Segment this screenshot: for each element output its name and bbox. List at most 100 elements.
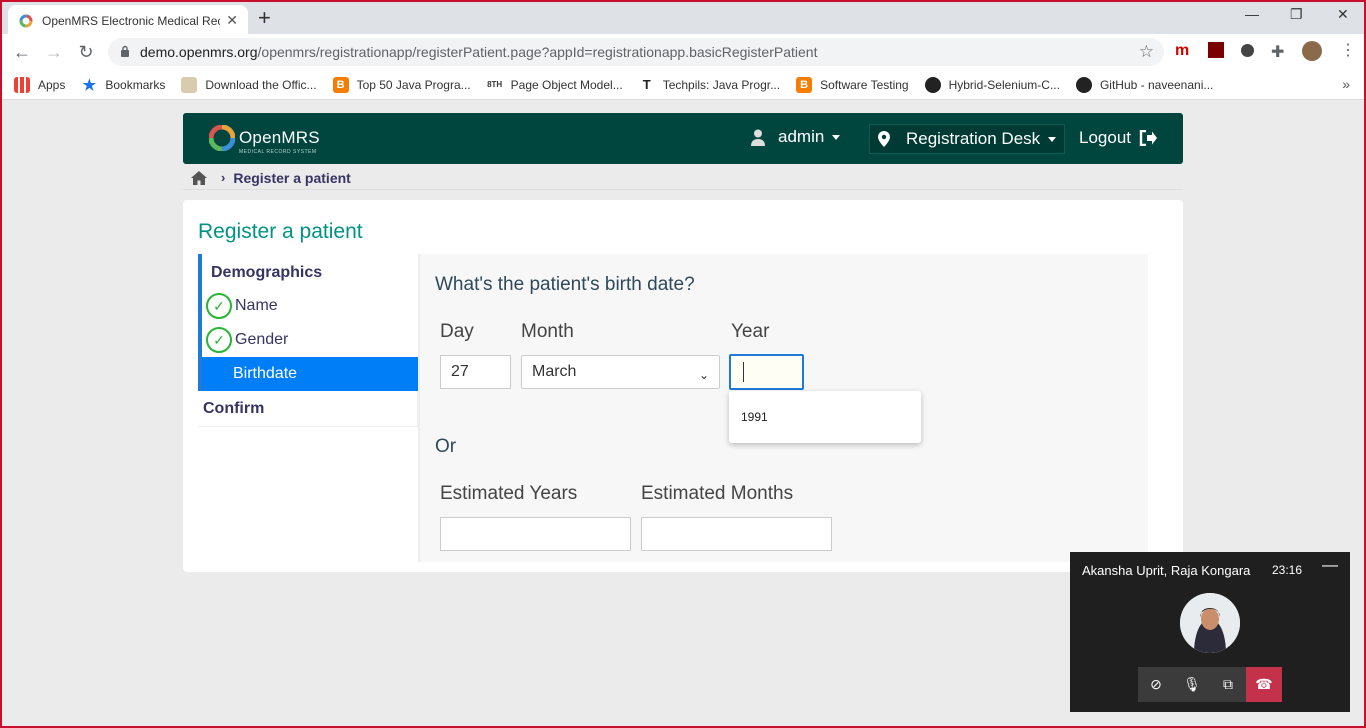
bookmark-apps[interactable]: Apps	[14, 76, 66, 93]
lock-icon	[121, 45, 129, 57]
extensions-puzzle-icon[interactable]: ✚	[1271, 42, 1284, 62]
bookmark-label: Download the Offic...	[205, 77, 317, 92]
call-controls: ⊘ 🎙 ⧉ ☎	[1138, 667, 1282, 702]
call-duration: 23:16	[1272, 563, 1303, 577]
star-icon: ★	[82, 76, 97, 94]
bookmark-label: Top 50 Java Progra...	[356, 77, 471, 92]
step-name[interactable]: ✓ Name	[206, 291, 278, 321]
month-selected: March	[532, 363, 577, 380]
year-label: Year	[731, 321, 770, 342]
stop-share-icon[interactable]: ⧉	[1210, 667, 1246, 702]
github-icon	[1075, 76, 1092, 93]
chevron-down-icon: ⌄	[698, 368, 709, 382]
apps-grid-icon	[14, 76, 30, 93]
back-arrow-icon[interactable]: ←	[6, 42, 38, 63]
content-card: Register a patient Demographics ✓ Name ✓…	[183, 200, 1183, 572]
browser-toolbar: ← → ↻ demo.openmrs.org/openmrs/registrat…	[0, 34, 1366, 70]
bookmark-download-office[interactable]: Download the Offic...	[181, 76, 317, 93]
logo-text: OpenMRS	[239, 128, 320, 147]
bookmark-github-naveen[interactable]: GitHub - naveenani...	[1075, 76, 1213, 93]
address-bar[interactable]: demo.openmrs.org/openmrs/registrationapp…	[108, 38, 1164, 66]
map-pin-icon	[878, 131, 890, 147]
profile-avatar[interactable]	[1302, 41, 1322, 61]
step-gender[interactable]: ✓ Gender	[206, 325, 288, 355]
checkmark-icon: ✓	[206, 327, 232, 353]
url-path: /openmrs/registrationapp/registerPatient…	[257, 44, 818, 60]
hang-up-button[interactable]: ☎	[1246, 667, 1282, 702]
browser-tab[interactable]: OpenMRS Electronic Medical Rec ✕	[8, 5, 248, 36]
bookmarks-overflow-icon[interactable]: »	[1342, 76, 1350, 92]
bookmark-label: Bookmarks	[105, 77, 166, 92]
year-autocomplete-option[interactable]: 1991	[729, 391, 921, 443]
text-cursor	[743, 362, 744, 382]
tab-strip: OpenMRS Electronic Medical Rec ✕ + — ❐ ✕	[0, 0, 1366, 36]
estimated-months-label: Estimated Months	[641, 483, 794, 504]
checkmark-icon: ✓	[206, 293, 232, 319]
bookmarks-bar: Apps ★ Bookmarks Download the Offic... B…	[0, 70, 1366, 100]
page-title: Register a patient	[198, 220, 363, 243]
breadcrumb-separator-icon: ›	[221, 170, 226, 185]
app-header: OpenMRS MEDICAL RECORD SYSTEM admin Regi…	[183, 113, 1183, 164]
day-input[interactable]: 27	[440, 355, 511, 389]
chevron-down-icon	[832, 134, 841, 140]
pdf-extension-icon[interactable]	[1208, 42, 1224, 58]
bookmark-label: Apps	[38, 77, 66, 92]
month-label: Month	[521, 321, 574, 342]
url-host: demo.openmrs.org	[140, 44, 258, 60]
call-participants: Akansha Uprit, Raja Kongara	[1082, 563, 1251, 578]
user-name: admin	[778, 127, 825, 146]
video-off-icon[interactable]: ⊘	[1138, 667, 1174, 702]
or-label: Or	[435, 436, 457, 457]
extension-m-icon[interactable]: m	[1175, 42, 1189, 60]
year-input[interactable]	[729, 354, 804, 390]
month-select[interactable]: March ⌄	[521, 355, 720, 389]
bookmark-bookmarks[interactable]: ★ Bookmarks	[81, 76, 166, 94]
bookmark-hybrid-selenium[interactable]: Hybrid-Selenium-C...	[924, 76, 1060, 93]
steps-divider	[198, 426, 418, 427]
tab-close-icon[interactable]: ✕	[226, 12, 238, 29]
birthdate-question: What's the patient's birth date?	[435, 274, 695, 295]
estimated-years-input[interactable]	[440, 517, 631, 551]
minimize-window-button[interactable]: —	[1245, 6, 1259, 22]
extension-globe-icon[interactable]	[1241, 44, 1254, 57]
user-menu[interactable]: admin	[751, 127, 841, 147]
location-name: Registration Desk	[906, 129, 1041, 148]
reload-icon[interactable]: ↻	[70, 42, 102, 63]
participant-photo	[1180, 593, 1240, 653]
github-icon	[924, 76, 941, 93]
estimated-years-label: Estimated Years	[440, 483, 578, 504]
restore-window-button[interactable]: ❐	[1290, 6, 1303, 23]
minimize-call-button[interactable]: —	[1322, 557, 1338, 575]
logout-label: Logout	[1079, 128, 1131, 147]
bookmark-software-testing[interactable]: B Software Testing	[796, 76, 909, 93]
chevron-down-icon	[1048, 136, 1057, 142]
estimated-months-input[interactable]	[641, 517, 832, 551]
step-section-demographics[interactable]: Demographics	[211, 264, 322, 282]
close-window-button[interactable]: ✕	[1337, 6, 1349, 23]
step-birthdate[interactable]: Birthdate	[202, 357, 422, 391]
8th-icon: 8TH	[487, 80, 503, 89]
bookmark-top50-java[interactable]: B Top 50 Java Progra...	[332, 76, 471, 93]
registration-steps: Demographics ✓ Name ✓ Gender Birthdate C…	[198, 254, 422, 427]
forward-arrow-icon[interactable]: →	[38, 42, 70, 63]
microphone-icon[interactable]: 🎙	[1174, 667, 1210, 702]
bookmark-label: Techpils: Java Progr...	[662, 77, 781, 92]
bookmark-techpils[interactable]: T Techpils: Java Progr...	[639, 77, 780, 93]
new-tab-button[interactable]: +	[258, 6, 271, 30]
logout-button[interactable]: Logout	[1079, 128, 1157, 148]
step-confirm[interactable]: Confirm	[203, 400, 264, 418]
day-label: Day	[440, 321, 474, 342]
home-icon[interactable]	[191, 170, 207, 185]
call-popup: Akansha Uprit, Raja Kongara 23:16 — ⊘ 🎙 …	[1070, 552, 1350, 712]
step-gender-label: Gender	[235, 331, 289, 348]
tab-title: OpenMRS Electronic Medical Rec	[42, 13, 221, 28]
browser-menu-icon[interactable]: ⋮	[1340, 40, 1356, 60]
breadcrumb-current: Register a patient	[233, 169, 351, 186]
openmrs-logo[interactable]: OpenMRS	[209, 125, 320, 151]
t-icon: T	[642, 77, 651, 92]
location-selector[interactable]: Registration Desk	[869, 124, 1066, 154]
bookmark-page-object-model[interactable]: 8TH Page Object Model...	[487, 77, 623, 93]
bookmark-star-icon[interactable]: ☆	[1139, 42, 1154, 62]
logo-subtitle: MEDICAL RECORD SYSTEM	[239, 149, 317, 155]
openmrs-favicon-icon	[19, 14, 33, 27]
